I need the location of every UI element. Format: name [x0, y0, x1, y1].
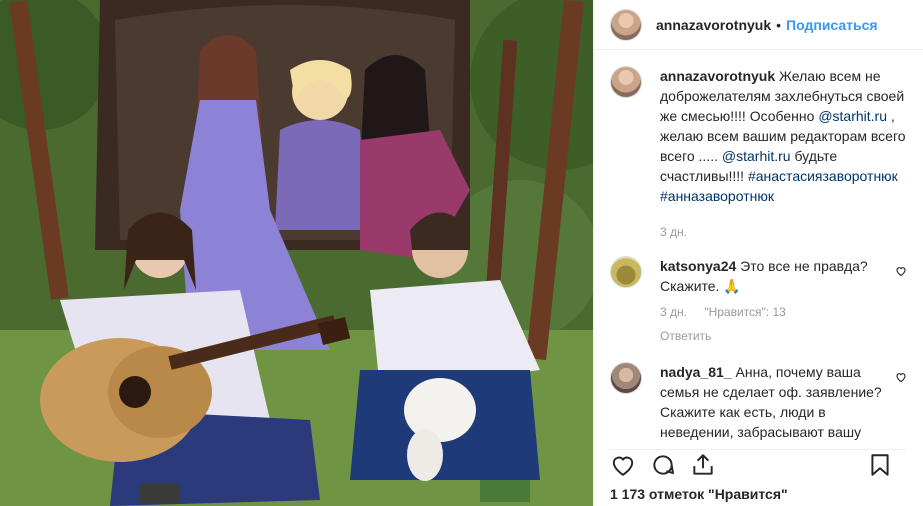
post-sidebar: annazavorotnyuk • Подписаться annazavoro… — [593, 0, 923, 506]
caption-avatar[interactable] — [610, 66, 642, 98]
author-avatar[interactable] — [610, 8, 642, 41]
hashtag-2[interactable]: #анназаворотнюк — [660, 188, 774, 204]
photo-illustration — [0, 0, 593, 506]
comment-item: nadya_81_ Анна, почему ваша семья не сде… — [610, 362, 907, 442]
comment-body: katsonya24 Это все не правда? Скажите. 🙏… — [660, 256, 887, 346]
hashtag-1[interactable]: #анастасиязаворотнюк — [748, 168, 898, 184]
comment-time[interactable]: 3 дн. — [660, 305, 687, 319]
comment-likes[interactable]: "Нравится": 13 — [704, 305, 786, 319]
comments-list[interactable]: annazavorotnyuk Желаю всем не доброжелат… — [610, 66, 907, 444]
likes-count[interactable]: 1 173 отметок "Нравится" — [610, 486, 788, 502]
header-separator: • — [776, 16, 782, 33]
small-heart-icon[interactable] — [887, 256, 907, 280]
mention-starhit-1[interactable]: @starhit.ru — [818, 108, 887, 124]
reply-button[interactable]: Ответить — [660, 326, 887, 346]
post-actions — [610, 449, 907, 479]
post-header: annazavorotnyuk • Подписаться — [594, 0, 923, 50]
author-username[interactable]: annazavorotnyuk — [656, 17, 771, 33]
comment-item: katsonya24 Это все не правда? Скажите. 🙏… — [610, 256, 907, 346]
comment-avatar[interactable] — [610, 362, 642, 394]
follow-button[interactable]: Подписаться — [786, 17, 878, 33]
instagram-post-view: annazavorotnyuk • Подписаться annazavoro… — [0, 0, 923, 506]
caption-body: annazavorotnyuk Желаю всем не доброжелат… — [660, 66, 907, 256]
post-photo[interactable] — [0, 0, 593, 506]
caption-time[interactable]: 3 дн. — [660, 222, 907, 242]
comment-username[interactable]: katsonya24 — [660, 258, 736, 274]
bookmark-icon[interactable] — [867, 452, 893, 478]
comment-body: nadya_81_ Анна, почему ваша семья не сде… — [660, 362, 887, 442]
comment-avatar[interactable] — [610, 256, 642, 288]
comment-meta: 3 дн. "Нравится": 13 — [660, 302, 887, 322]
caption-username[interactable]: annazavorotnyuk — [660, 68, 775, 84]
comment-username[interactable]: nadya_81_ — [660, 364, 732, 380]
share-icon[interactable] — [690, 452, 716, 478]
comment-icon[interactable] — [650, 452, 676, 478]
mention-starhit-2[interactable]: @starhit.ru — [722, 148, 791, 164]
small-heart-icon[interactable] — [887, 362, 907, 386]
heart-icon[interactable] — [610, 452, 636, 478]
caption: annazavorotnyuk Желаю всем не доброжелат… — [610, 66, 907, 256]
